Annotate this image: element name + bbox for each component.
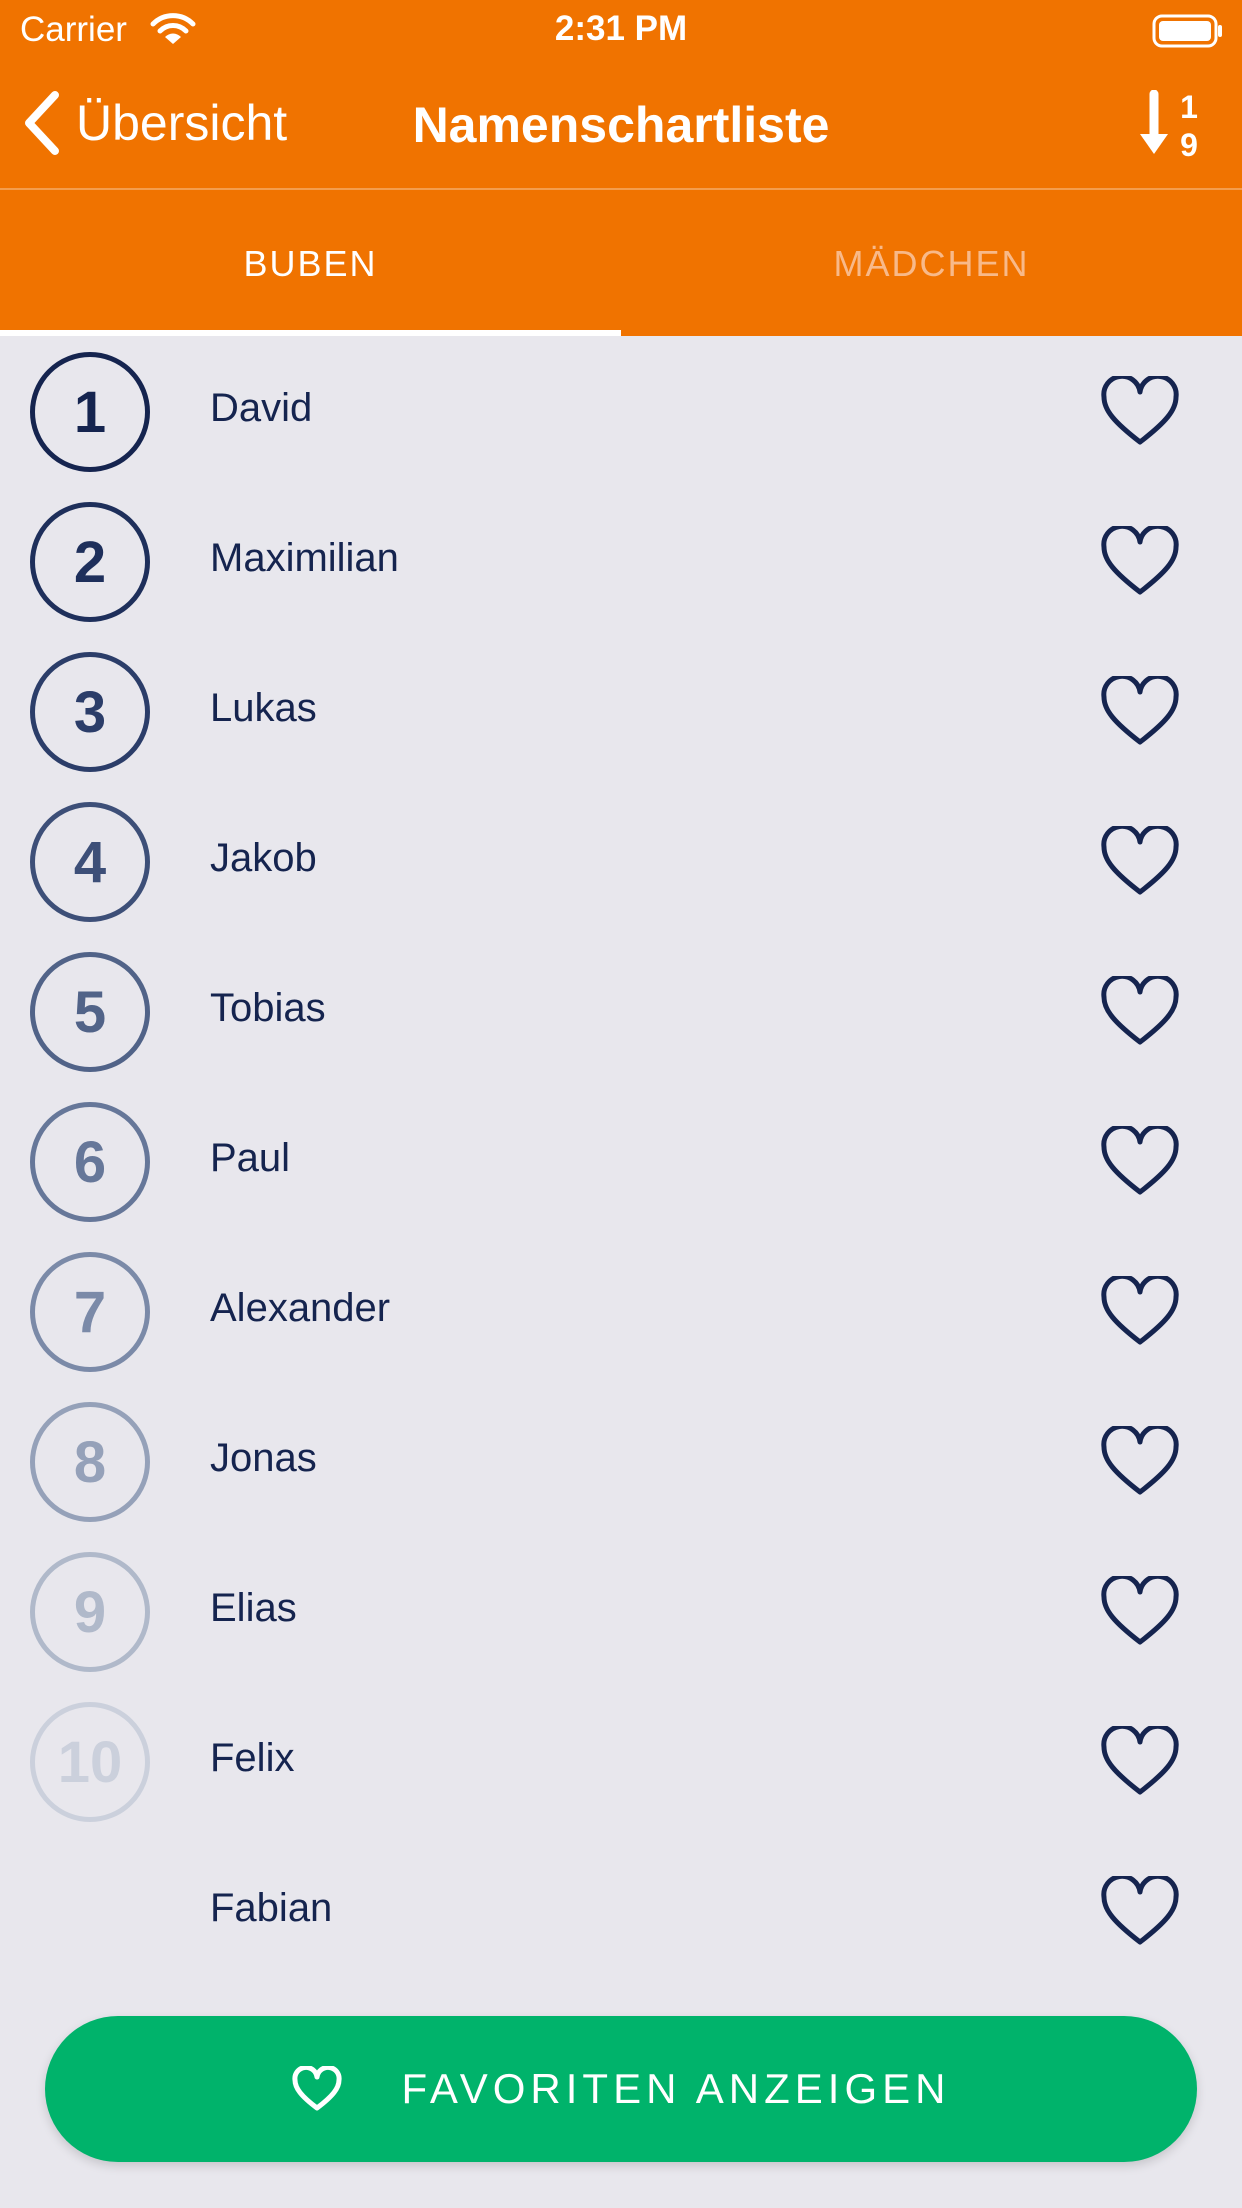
- list-item[interactable]: 1 David: [0, 336, 1242, 486]
- favorite-heart-icon[interactable]: [1100, 526, 1180, 598]
- back-label: Übersicht: [76, 95, 288, 151]
- name-label: Paul: [210, 1136, 291, 1180]
- sort-ascending-numeric-icon[interactable]: 1 9: [1136, 90, 1206, 160]
- rank-badge: 7: [30, 1252, 150, 1372]
- list-item[interactable]: 2 Maximilian: [0, 486, 1242, 636]
- list-item[interactable]: 10 Felix: [0, 1686, 1242, 1836]
- svg-text:1: 1: [1180, 90, 1198, 125]
- list-item[interactable]: 9 Elias: [0, 1536, 1242, 1686]
- screen: Carrier 2:31 PM Übersicht Namenschartlis…: [0, 0, 1242, 2208]
- back-button[interactable]: Übersicht: [22, 88, 287, 158]
- tab-label: BUBEN: [243, 243, 378, 284]
- name-label: Felix: [210, 1736, 295, 1780]
- rank-badge: 5: [30, 952, 150, 1072]
- favorite-heart-icon[interactable]: [1100, 1876, 1180, 1948]
- show-favorites-label: FAVORITEN ANZEIGEN: [401, 2065, 951, 2112]
- tab-buben[interactable]: BUBEN: [0, 192, 621, 336]
- rank-badge: 2: [30, 502, 150, 622]
- name-label: Lukas: [210, 686, 317, 730]
- favorite-heart-icon[interactable]: [1100, 1726, 1180, 1798]
- name-label: Elias: [210, 1586, 297, 1630]
- rank-badge: 6: [30, 1102, 150, 1222]
- battery-icon: [1152, 14, 1222, 48]
- list-item[interactable]: 6 Paul: [0, 1086, 1242, 1236]
- tab-maedchen[interactable]: MÄDCHEN: [621, 192, 1242, 336]
- favorite-heart-icon[interactable]: [1100, 1276, 1180, 1348]
- name-list: 1 David 2 Maximilian 3 Lukas 4 Jakob 5 Tobias 6 Pau…: [0, 336, 1242, 1986]
- favorite-heart-icon[interactable]: [1100, 1576, 1180, 1648]
- status-bar: Carrier 2:31 PM: [0, 0, 1242, 60]
- rank-badge: 1: [30, 352, 150, 472]
- heart-outline-icon: [291, 2066, 342, 2111]
- tab-label: MÄDCHEN: [833, 243, 1030, 284]
- favorite-heart-icon[interactable]: [1100, 1426, 1180, 1498]
- list-item[interactable]: 5 Tobias: [0, 936, 1242, 1086]
- header: Carrier 2:31 PM Übersicht Namenschartlis…: [0, 0, 1242, 336]
- list-item[interactable]: 3 Lukas: [0, 636, 1242, 786]
- rank-badge: 9: [30, 1552, 150, 1672]
- svg-text:9: 9: [1180, 127, 1198, 160]
- name-label: Jakob: [210, 836, 317, 880]
- rank-badge: 4: [30, 802, 150, 922]
- favorite-heart-icon[interactable]: [1100, 376, 1180, 448]
- name-label: David: [210, 386, 313, 430]
- favorite-heart-icon[interactable]: [1100, 676, 1180, 748]
- nav-bar: Übersicht Namenschartliste 1 9: [0, 60, 1242, 190]
- status-time: 2:31 PM: [554, 9, 688, 48]
- favorite-heart-icon[interactable]: [1100, 826, 1180, 898]
- name-label: Tobias: [210, 986, 326, 1030]
- name-label: Alexander: [210, 1286, 391, 1330]
- show-favorites-button[interactable]: FAVORITEN ANZEIGEN: [45, 2016, 1197, 2162]
- list-item[interactable]: Fabian: [0, 1836, 1242, 1986]
- name-label: Jonas: [210, 1436, 317, 1480]
- list-item[interactable]: 4 Jakob: [0, 786, 1242, 936]
- tab-bar: BUBEN MÄDCHEN: [0, 192, 1242, 336]
- chevron-left-icon: [25, 91, 59, 155]
- list-item[interactable]: 7 Alexander: [0, 1236, 1242, 1386]
- favorite-heart-icon[interactable]: [1100, 1126, 1180, 1198]
- favorite-heart-icon[interactable]: [1100, 976, 1180, 1048]
- rank-badge: 3: [30, 652, 150, 772]
- list-item[interactable]: 8 Jonas: [0, 1386, 1242, 1536]
- rank-badge: 8: [30, 1402, 150, 1522]
- name-label: Maximilian: [210, 536, 399, 580]
- rank-badge: 10: [30, 1702, 150, 1822]
- name-label: Fabian: [210, 1886, 333, 1930]
